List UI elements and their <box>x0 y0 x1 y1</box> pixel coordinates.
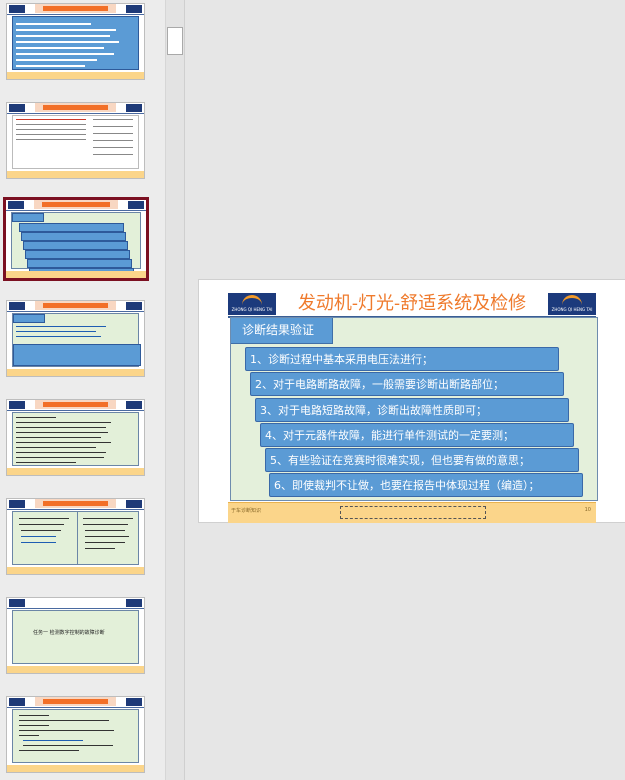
slide-thumbnail-2[interactable] <box>6 102 145 179</box>
slide-thumbnail-6[interactable] <box>6 498 145 575</box>
slide-thumbnail-4[interactable] <box>6 300 145 377</box>
slide-thumbnail-3-selected[interactable] <box>3 197 149 281</box>
slide-title[interactable]: 发动机-灯光-舒适系统及检修 <box>280 293 544 315</box>
list-item[interactable]: 1、诊断过程中基本采用电压法进行； <box>245 347 559 371</box>
brand-logo-left: ZHONG QI HENG TAI <box>228 293 276 315</box>
slide-thumbnail-5[interactable] <box>6 399 145 476</box>
list-item[interactable]: 4、对于元器件故障，能进行单件测试的一定要测； <box>260 423 574 447</box>
brand-logo-right: ZHONG QI HENG TAI <box>548 293 596 315</box>
slide-number: 10 <box>584 507 591 513</box>
list-item[interactable]: 3、对于电路短路故障，诊断出故障性质即可； <box>255 398 569 422</box>
slide-thumbnail-8[interactable] <box>6 696 145 773</box>
section-tab-label[interactable]: 诊断结果验证 <box>231 318 333 344</box>
slide-content-area: 诊断结果验证 1、诊断过程中基本采用电压法进行； 2、对于电路断路故障，一般需要… <box>230 317 598 501</box>
thumbnail-scroll-thumb[interactable] <box>167 27 183 55</box>
footer-placeholder-box[interactable] <box>340 506 486 519</box>
thumbnail-scrollbar[interactable] <box>165 0 185 780</box>
list-item[interactable]: 6、即使裁判不让做，也要在报告中体现过程（编造）； <box>269 473 583 497</box>
footer-left-text: 于车诊断知识 <box>231 508 262 514</box>
slide-header: ZHONG QI HENG TAI 发动机-灯光-舒适系统及检修 ZHONG Q… <box>228 293 596 318</box>
list-item[interactable]: 2、对于电路断路故障，一般需要诊断出断路部位； <box>250 372 564 396</box>
current-slide[interactable]: ZHONG QI HENG TAI 发动机-灯光-舒适系统及检修 ZHONG Q… <box>198 279 625 523</box>
list-item[interactable]: 5、有些验证在竞赛时很难实现，但也要有做的意思； <box>265 448 579 472</box>
slide-thumbnail-1[interactable] <box>6 3 145 80</box>
slide-thumbnail-panel: 任务一 检测数字控制的故障诊断 <box>0 0 165 780</box>
slide-thumbnail-7[interactable]: 任务一 检测数字控制的故障诊断 <box>6 597 145 674</box>
slide-7-task-text: 任务一 检测数字控制的故障诊断 <box>33 630 105 636</box>
slide-footer: 于车诊断知识 10 <box>228 502 596 523</box>
